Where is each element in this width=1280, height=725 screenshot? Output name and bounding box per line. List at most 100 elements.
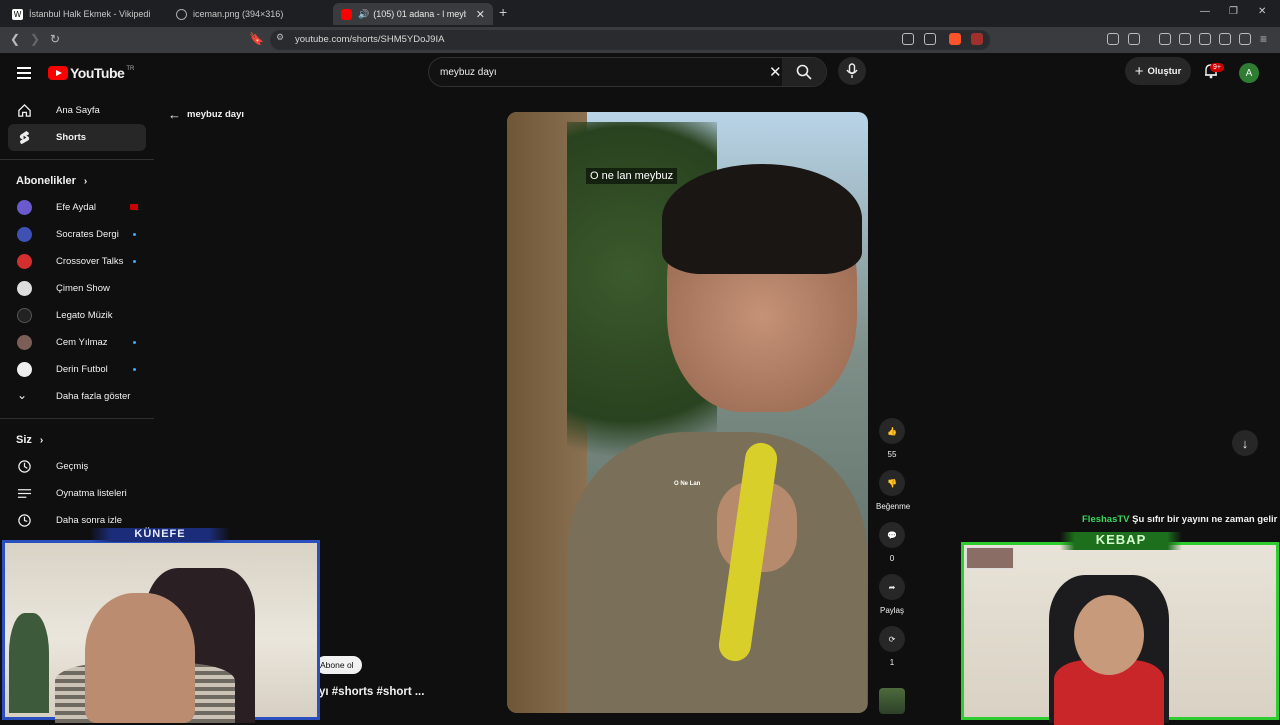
forward-icon[interactable]: ❯	[30, 32, 40, 46]
thumbs-up-icon: 👍	[879, 418, 905, 444]
sound-thumbnail[interactable]	[879, 688, 905, 714]
streamer-webcam-left	[2, 540, 320, 723]
browser-tab-bar: W İstanbul Halk Ekmek - Vikipedi iceman.…	[0, 0, 1280, 27]
channel-avatar	[17, 200, 32, 215]
shorts-icon	[19, 130, 30, 145]
new-content-dot	[133, 260, 136, 263]
close-tab-icon[interactable]: ✕	[476, 8, 485, 21]
like-button[interactable]: 👍 55	[876, 418, 908, 459]
extensions-icon[interactable]	[1107, 33, 1119, 45]
sidebar-icon[interactable]	[1179, 33, 1191, 45]
maximize-button[interactable]: ❐	[1229, 6, 1238, 17]
youtube-logo[interactable]: YouTube TR	[48, 65, 134, 81]
close-window-button[interactable]: ✕	[1258, 6, 1266, 17]
voice-search-button[interactable]	[838, 57, 866, 85]
tab-youtube-active[interactable]: 🔊 (105) 01 adana - l meybuz da ✕	[333, 3, 493, 25]
sidebar-item-subscription[interactable]: Çimen Show	[8, 275, 146, 302]
channel-avatar	[17, 335, 32, 350]
screenshot-icon[interactable]	[1128, 33, 1140, 45]
sidebar-item-subscription[interactable]: Crossover Talks	[8, 248, 146, 275]
wallet-icon[interactable]	[1199, 33, 1211, 45]
webcam-label-right: KEBAP	[1060, 532, 1182, 550]
sidebar-item-shorts[interactable]: Shorts	[8, 124, 146, 151]
tab-wikipedia[interactable]: W İstanbul Halk Ekmek - Vikipedi	[4, 3, 164, 25]
you-header[interactable]: Siz ›	[0, 427, 154, 453]
short-title[interactable]: yı #shorts #short ...	[319, 686, 424, 698]
new-tab-button[interactable]: +	[499, 4, 507, 20]
channel-name: Legato Müzik	[56, 310, 113, 321]
clear-search-icon[interactable]: ✕	[769, 63, 782, 81]
sidebar-item-subscription[interactable]: Cem Yılmaz	[8, 329, 146, 356]
webcam-mini-preview	[966, 547, 1014, 569]
remix-button[interactable]: ⟳ 1	[876, 626, 908, 667]
comment-count: 0	[889, 554, 895, 563]
sidebar-item-subscription[interactable]: Legato Müzik	[8, 302, 146, 329]
create-button[interactable]: + Oluştur	[1125, 57, 1191, 85]
share-icon[interactable]	[924, 33, 936, 45]
chat-text: Şu sıfır bir yayını ne zaman gelir	[1132, 514, 1278, 525]
speaker-icon[interactable]: 🔊	[358, 9, 369, 20]
video-caption: O ne lan meybuz	[586, 168, 678, 184]
minimize-button[interactable]: —	[1200, 6, 1210, 17]
vpn-icon[interactable]	[1239, 33, 1251, 45]
channel-avatar	[17, 254, 32, 269]
channel-avatar	[17, 308, 32, 323]
short-video-player[interactable]: O ne lan meybuz O Ne Lan	[507, 112, 868, 713]
chevron-down-icon: ⌄	[17, 388, 28, 402]
sidebar-item-home[interactable]: Ana Sayfa	[8, 97, 146, 124]
share-button[interactable]: ➦ Paylaş	[876, 574, 908, 615]
tab-title: iceman.png (394×316)	[193, 9, 284, 19]
hamburger-menu-icon[interactable]	[17, 67, 31, 82]
search-input[interactable]: meybuz dayı	[440, 67, 497, 78]
dislike-button[interactable]: 👎 Beğenme	[876, 470, 911, 511]
back-icon[interactable]: ❮	[10, 32, 20, 46]
dislike-label: Beğenme	[876, 502, 911, 511]
rewards-icon[interactable]	[971, 33, 983, 45]
playlist-icon	[17, 489, 32, 498]
sidebar-item-playlists[interactable]: Oynatma listeleri	[8, 480, 146, 507]
subscribe-button[interactable]: Abone ol	[316, 656, 362, 674]
sidebar-item-label: Shorts	[56, 132, 87, 143]
comments-button[interactable]: 💬 0	[876, 522, 908, 563]
sidebar-item-label: Oynatma listeleri	[56, 488, 127, 499]
thumbs-down-icon: 👎	[879, 470, 905, 496]
sidebar-item-subscription[interactable]: Derin Futbol	[8, 356, 146, 383]
sidebar-item-subscription[interactable]: Socrates Dergi	[8, 221, 146, 248]
back-to-search[interactable]: ← meybuz dayı	[168, 107, 244, 122]
tab-title: (105) 01 adana - l meybuz da	[373, 9, 466, 19]
search-box[interactable]: meybuz dayı ✕	[428, 57, 827, 87]
brave-shield-icon[interactable]	[949, 33, 961, 45]
home-icon	[18, 103, 31, 117]
bookmark-icon[interactable]: 🔖	[249, 32, 264, 46]
reload-icon[interactable]: ↻	[50, 32, 60, 46]
microphone-icon	[846, 63, 858, 78]
site-info-icon[interactable]: ⚙	[276, 32, 284, 43]
chevron-right-icon: ›	[83, 175, 88, 187]
notification-badge: 9+	[1210, 63, 1224, 72]
webcam-person-face	[1074, 595, 1144, 675]
sidebar-item-subscription[interactable]: Efe Aydal	[8, 194, 146, 221]
ai-icon[interactable]	[1219, 33, 1231, 45]
webcam-christmas-tree	[9, 613, 49, 713]
menu-icon[interactable]: ≡	[1260, 32, 1267, 46]
url-text[interactable]: youtube.com/shorts/SHM5YDoJ9IA	[295, 34, 444, 45]
tab-image[interactable]: iceman.png (394×316)	[168, 3, 328, 25]
sidebar-divider	[0, 418, 154, 419]
cast-icon[interactable]	[902, 33, 914, 45]
new-content-dot	[133, 368, 136, 371]
share-label: Paylaş	[879, 606, 904, 615]
media-icon[interactable]	[1159, 33, 1171, 45]
chat-message: FleshasTV Şu sıfır bir yayını ne zaman g…	[1082, 514, 1277, 525]
comment-icon: 💬	[879, 522, 905, 548]
search-button[interactable]	[782, 58, 826, 86]
subscriptions-title: Abonelikler	[16, 175, 76, 187]
subscriptions-header[interactable]: Abonelikler ›	[0, 168, 154, 194]
account-avatar[interactable]: A	[1239, 63, 1259, 83]
show-more-label: Daha fazla göster	[56, 391, 131, 402]
chat-username: FleshasTV	[1082, 514, 1130, 525]
sidebar-item-history[interactable]: Geçmiş	[8, 453, 146, 480]
create-label: Oluştur	[1147, 65, 1182, 77]
next-short-button[interactable]: ↓	[1232, 430, 1258, 456]
channel-avatar	[17, 362, 32, 377]
show-more-button[interactable]: ⌄ Daha fazla göster	[8, 383, 146, 410]
